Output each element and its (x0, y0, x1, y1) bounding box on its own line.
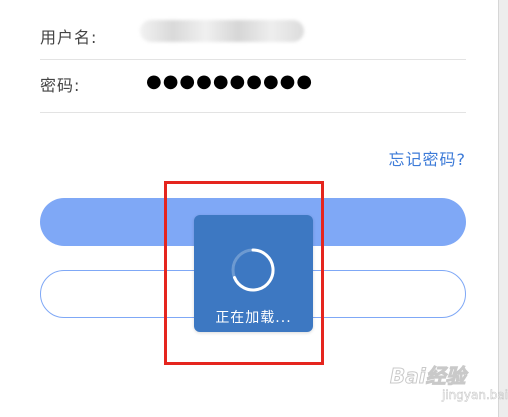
password-row: 密码: ●●●●●●●●●● (40, 66, 466, 112)
username-row: 用户名: (40, 18, 466, 58)
divider (40, 59, 466, 60)
loading-toast: 正在加载... (194, 215, 313, 332)
watermark-logo: Bai经验 jingyan.baidu.com (390, 358, 508, 412)
divider (40, 112, 466, 113)
watermark-text: Bai经验 (390, 364, 467, 389)
username-input[interactable] (140, 20, 304, 42)
watermark-sub: jingyan.baidu.com (442, 388, 508, 403)
loading-spinner-icon (231, 248, 275, 292)
loading-text: 正在加载... (215, 310, 292, 326)
username-label: 用户名: (40, 28, 98, 47)
scroll-edge (498, 0, 508, 417)
login-screen: 用户名: 密码: ●●●●●●●●●● 忘记密码? 正在加载... Bai经验 … (0, 0, 508, 417)
forgot-password-link[interactable]: 忘记密码? (389, 146, 467, 170)
password-label: 密码: (40, 76, 81, 95)
password-input[interactable]: ●●●●●●●●●● (146, 72, 313, 92)
